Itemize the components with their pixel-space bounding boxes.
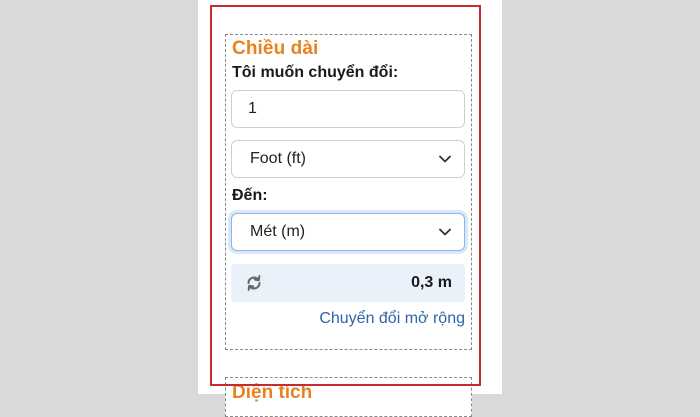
from-unit-select[interactable]: Foot (ft) — [231, 140, 465, 178]
chevron-down-icon — [438, 227, 452, 237]
from-unit-value: Foot (ft) — [250, 150, 307, 167]
to-unit-value: Mét (m) — [250, 223, 306, 240]
card-title: Chiều dài — [232, 38, 319, 59]
refresh-icon[interactable] — [243, 272, 265, 294]
extended-conversion-link[interactable]: Chuyển đổi mở rộng — [319, 310, 465, 328]
amount-input-value: 1 — [248, 100, 257, 117]
to-unit-select[interactable]: Mét (m) — [231, 213, 465, 251]
from-label: Tôi muốn chuyển đổi: — [232, 64, 399, 81]
result-value: 0,3 m — [411, 274, 452, 291]
area-card-title: Diện tích — [232, 382, 313, 403]
chevron-down-icon — [438, 154, 452, 164]
result-bar: 0,3 m — [231, 264, 465, 302]
to-label: Đến: — [232, 187, 268, 204]
amount-input[interactable]: 1 — [231, 90, 465, 128]
